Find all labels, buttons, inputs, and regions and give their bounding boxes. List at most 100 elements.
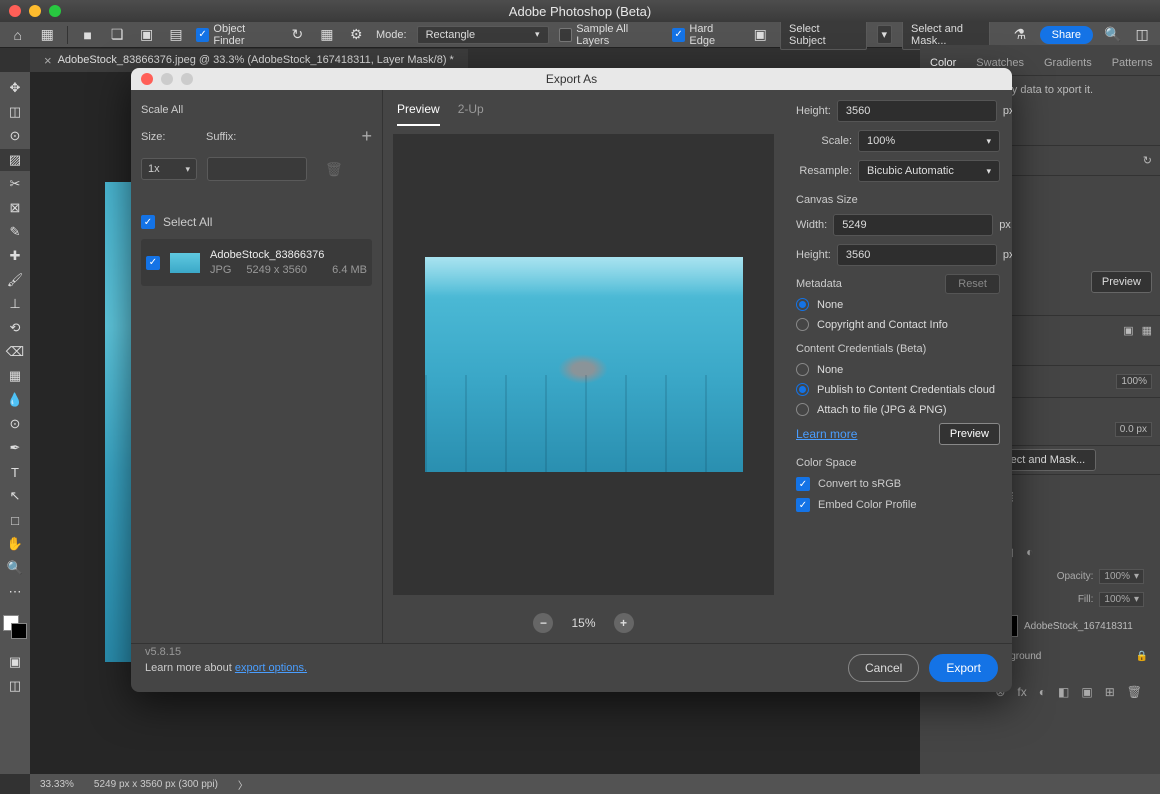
tab-preview[interactable]: Preview: [397, 102, 440, 126]
crop-tool[interactable]: ✂: [0, 173, 30, 195]
tool-icon[interactable]: ▤: [166, 25, 185, 45]
history-brush-tool[interactable]: ⟲: [0, 317, 30, 339]
canvas-height-input[interactable]: [837, 244, 997, 266]
tool-icon[interactable]: ❏: [107, 25, 126, 45]
suffix-input[interactable]: [207, 157, 307, 181]
color-swatches[interactable]: [3, 615, 27, 639]
delete-icon[interactable]: 🗑: [325, 161, 343, 178]
more-tools[interactable]: ⋯: [0, 581, 30, 603]
refresh-icon[interactable]: ↻: [288, 25, 307, 45]
preview-image: [425, 257, 743, 472]
search-icon[interactable]: 🔍: [1103, 25, 1122, 45]
colorspace-heading: Color Space: [796, 457, 1000, 469]
tool-icon[interactable]: ■: [78, 25, 97, 45]
hand-tool[interactable]: ✋: [0, 533, 30, 555]
maximize-window[interactable]: [49, 5, 61, 17]
eraser-tool[interactable]: ⌫: [0, 341, 30, 363]
close-window[interactable]: [9, 5, 21, 17]
fill-select[interactable]: 100%▾: [1099, 592, 1144, 607]
dodge-tool[interactable]: ⊙: [0, 413, 30, 435]
learn-more-link[interactable]: Learn more: [796, 427, 857, 441]
shape-tool[interactable]: □: [0, 509, 30, 531]
blur-tool[interactable]: 💧: [0, 389, 30, 411]
export-options-link[interactable]: export options.: [235, 662, 307, 674]
brush-tool[interactable]: 🖌: [0, 269, 30, 291]
zoom-out-button[interactable]: −: [533, 613, 553, 633]
gear-icon[interactable]: ⚙: [347, 25, 366, 45]
arrange-icon[interactable]: ▦: [37, 25, 56, 45]
opacity-select[interactable]: 100%▾: [1099, 569, 1144, 584]
tab-patterns[interactable]: Patterns: [1102, 51, 1160, 75]
move-tool[interactable]: ✥: [0, 77, 30, 99]
metadata-none-radio[interactable]: None: [796, 298, 1000, 311]
sample-all-checkbox[interactable]: Sample All Layers: [559, 23, 662, 47]
export-button[interactable]: Export: [929, 654, 998, 682]
px-input[interactable]: 0.0 px: [1115, 422, 1152, 437]
scale-select[interactable]: 1x▾: [141, 158, 197, 180]
app-title: Adobe Photoshop (Beta): [509, 4, 651, 19]
heal-tool[interactable]: ✚: [0, 245, 30, 267]
select-subject-chevron[interactable]: ▾: [877, 25, 893, 44]
screenmode-tool[interactable]: ◫: [0, 675, 30, 697]
frame-tool[interactable]: ⊠: [0, 197, 30, 219]
preview-panel-button[interactable]: Preview: [1091, 271, 1152, 293]
zoom-level[interactable]: 33.33%: [40, 779, 74, 790]
cc-cloud-radio[interactable]: Publish to Content Credentials cloud: [796, 383, 1000, 396]
preview-area[interactable]: [393, 134, 774, 595]
cancel-button[interactable]: Cancel: [848, 654, 919, 682]
cc-attach-radio[interactable]: Attach to file (JPG & PNG): [796, 403, 1000, 416]
percent-input[interactable]: 100%: [1116, 374, 1152, 389]
hard-edge-checkbox[interactable]: ✓Hard Edge: [672, 23, 741, 47]
mode-select[interactable]: Rectangle▾: [417, 26, 549, 44]
minimize-window[interactable]: [29, 5, 41, 17]
zoom-tool[interactable]: 🔍: [0, 557, 30, 579]
beaker-icon[interactable]: ⚗: [1010, 25, 1029, 45]
refresh-icon[interactable]: ↻: [1143, 155, 1152, 167]
lock-icon[interactable]: 🔒: [1136, 651, 1148, 662]
mask-icon[interactable]: ▣: [751, 25, 770, 45]
gradient-tool[interactable]: ▦: [0, 365, 30, 387]
dialog-settings-panel: Height:px Scale:100%▾ Resample:Bicubic A…: [784, 90, 1012, 643]
zoom-in-button[interactable]: +: [614, 613, 634, 633]
pen-tool[interactable]: ✒: [0, 437, 30, 459]
stamp-tool[interactable]: ⊥: [0, 293, 30, 315]
mode-label: Mode:: [376, 29, 407, 41]
resample-select[interactable]: Bicubic Automatic▾: [858, 160, 1000, 182]
tools-panel: ✥ ◫ ⊙ ▨ ✂ ⊠ ✎ ✚ 🖌 ⊥ ⟲ ⌫ ▦ 💧 ⊙ ✒ T ↖ □ ✋ …: [0, 72, 30, 774]
cc-preview-button[interactable]: Preview: [939, 423, 1000, 445]
quickmask-tool[interactable]: ▣: [0, 651, 30, 673]
embed-profile-checkbox[interactable]: ✓Embed Color Profile: [796, 498, 1000, 512]
path-tool[interactable]: ↖: [0, 485, 30, 507]
eyedropper-tool[interactable]: ✎: [0, 221, 30, 243]
lasso-tool[interactable]: ⊙: [0, 125, 30, 147]
tool-icon[interactable]: ▣: [137, 25, 156, 45]
metadata-contact-radio[interactable]: Copyright and Contact Info: [796, 318, 1000, 331]
share-button[interactable]: Share: [1040, 26, 1093, 44]
dialog-header: Export As: [131, 68, 1012, 90]
marquee-tool[interactable]: ◫: [0, 101, 30, 123]
tab-2up[interactable]: 2-Up: [458, 102, 484, 126]
workspace-icon[interactable]: ◫: [1132, 25, 1151, 45]
object-finder-checkbox[interactable]: ✓Object Finder: [196, 23, 278, 47]
tab-gradients[interactable]: Gradients: [1034, 51, 1102, 75]
select-all-checkbox[interactable]: ✓Select All: [141, 215, 372, 229]
cc-none-radio[interactable]: None: [796, 363, 1000, 376]
add-size-icon[interactable]: +: [361, 126, 372, 147]
add-icon[interactable]: ▦: [1142, 324, 1152, 337]
reset-button[interactable]: Reset: [945, 274, 1000, 294]
scale-select[interactable]: 100%▾: [858, 130, 1000, 152]
scale-all-label: Scale All: [141, 104, 372, 116]
selection-tool[interactable]: ▨: [0, 149, 30, 171]
dialog-close[interactable]: [141, 73, 153, 85]
home-icon[interactable]: ⌂: [8, 25, 27, 45]
asset-row[interactable]: ✓ AdobeStock_83866376 JPG5249 x 35606.4 …: [141, 239, 372, 286]
type-tool[interactable]: T: [0, 461, 30, 483]
canvas-width-input[interactable]: [833, 214, 993, 236]
mask-icon[interactable]: ▣: [1123, 324, 1133, 337]
grid-icon[interactable]: ▦: [317, 25, 336, 45]
close-tab-icon[interactable]: ×: [44, 53, 52, 68]
select-subject-button[interactable]: Select Subject: [780, 20, 866, 50]
srgb-checkbox[interactable]: ✓Convert to sRGB: [796, 477, 1000, 491]
height-input[interactable]: [837, 100, 997, 122]
asset-thumbnail: [170, 253, 200, 273]
